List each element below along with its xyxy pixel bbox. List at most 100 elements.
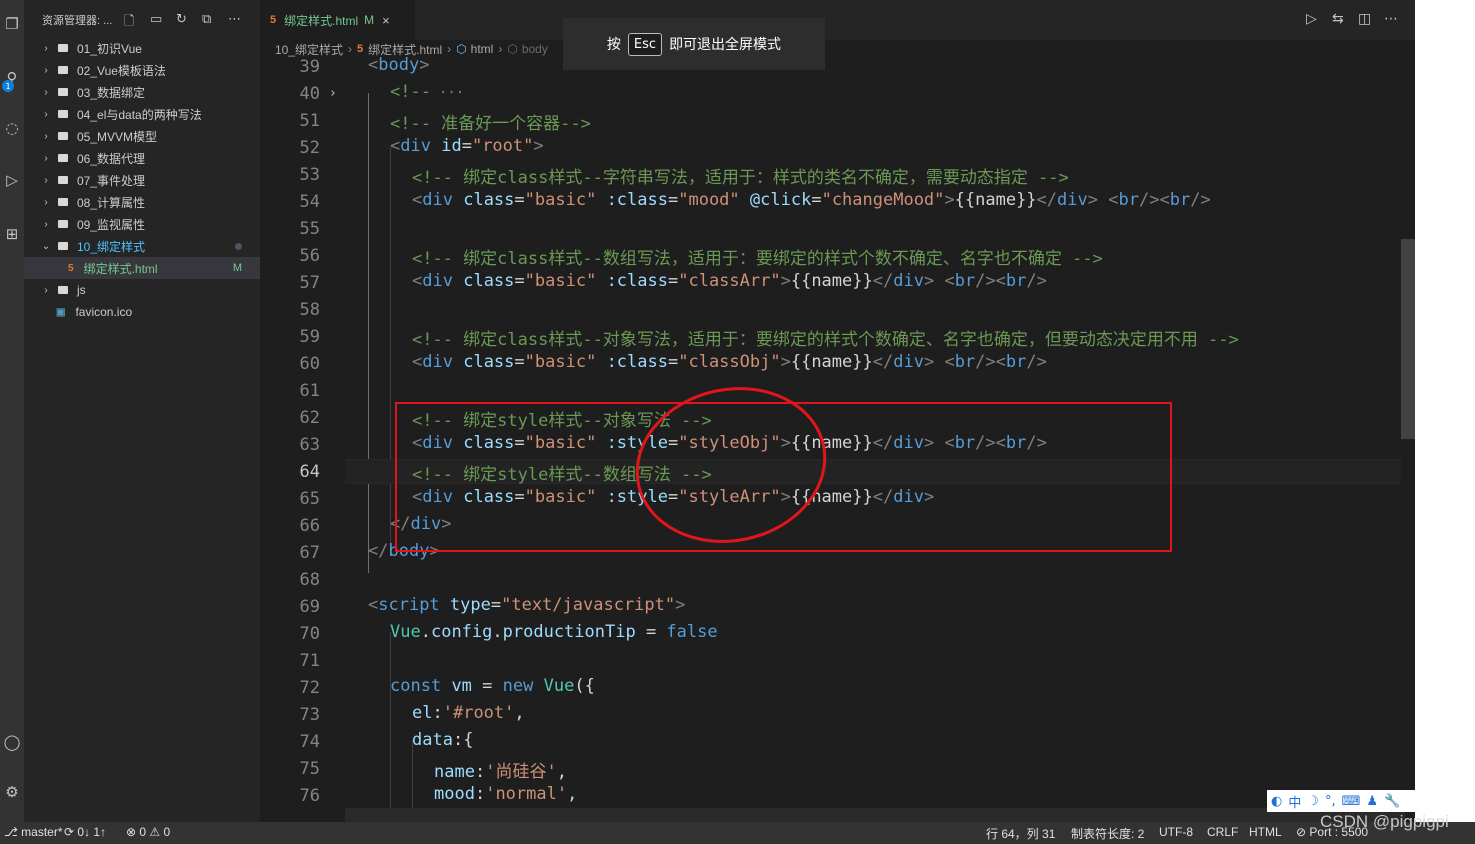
tree-item[interactable]: › 04_el与data的两种写法 — [24, 103, 260, 125]
chevron-right-icon[interactable]: › — [40, 87, 52, 98]
tree-item[interactable]: › 05_MVVM模型 — [24, 125, 260, 147]
code-line[interactable]: 52 <div id="root"> — [260, 134, 1405, 161]
code-line[interactable]: 59 <!-- 绑定class样式--对象写法，适用于：要绑定的样式个数确定、名字… — [260, 323, 1405, 351]
tree-item[interactable]: ▣ favicon.ico — [24, 301, 260, 323]
code-line[interactable]: 40 › <!-- ··· — [260, 80, 1405, 107]
folder-icon — [58, 88, 68, 96]
tree-item[interactable]: ⌄ 10_绑定样式 — [24, 235, 260, 257]
breadcrumb-file[interactable]: 绑定样式.html — [368, 41, 442, 58]
code-line[interactable]: 68 — [260, 566, 1405, 593]
tab-bar: 5 绑定样式.html M × ▷ ⇆ ◫ ⋯ — [260, 0, 1415, 40]
collapse-all-icon[interactable]: ⧉ — [202, 12, 211, 27]
line-number: 67 — [299, 542, 320, 563]
ime-mode[interactable]: 中 — [1288, 792, 1301, 811]
chevron-right-icon[interactable]: › — [40, 175, 52, 186]
tree-item-label: 06_数据代理 — [77, 151, 146, 166]
code-line[interactable]: 73 el:'#root', — [260, 701, 1405, 728]
html5-icon: 5 — [68, 262, 74, 274]
code-line[interactable]: 76 mood:'normal', — [260, 782, 1405, 809]
tree-item[interactable]: › 01_初识Vue — [24, 37, 260, 59]
tab-close-button[interactable]: × — [382, 13, 390, 28]
ime-punctuation-icon[interactable]: °, — [1325, 794, 1336, 809]
tree-item[interactable]: 5 绑定样式.html M — [24, 257, 260, 279]
modified-badge: M — [232, 262, 242, 274]
line-number: 72 — [299, 677, 320, 698]
code-line[interactable]: 60 <div class="basic" :class="classObj">{… — [260, 350, 1405, 377]
tree-item[interactable]: › 03_数据绑定 — [24, 81, 260, 103]
tree-item[interactable]: › 02_Vue模板语法 — [24, 59, 260, 81]
code-line[interactable]: 57 <div class="basic" :class="classArr">{… — [260, 269, 1405, 296]
tree-item[interactable]: › js — [24, 279, 260, 301]
explorer-icon[interactable]: ❐ — [0, 12, 24, 36]
code-line[interactable]: 74 data:{ — [260, 728, 1405, 755]
horizontal-scrollbar[interactable] — [345, 808, 1405, 822]
editor-more-actions-icon[interactable]: ⋯ — [1384, 11, 1398, 27]
chevron-right-icon[interactable]: › — [40, 65, 52, 76]
ime-toolbar[interactable]: ◐ 中 ☽ °, ⌨ ♟ 🔧 — [1267, 790, 1415, 812]
chevron-right-icon[interactable]: › — [40, 131, 52, 142]
refresh-icon[interactable]: ↻ — [176, 12, 187, 27]
code-line[interactable]: 69 <script type="text/javascript"> — [260, 593, 1405, 620]
run-file-icon[interactable]: ▷ — [1306, 11, 1317, 27]
tab-size[interactable]: 制表符长度: 2 — [1071, 825, 1144, 842]
scrollbar-thumb[interactable] — [1401, 239, 1415, 439]
code-line[interactable]: 39 <body> — [260, 57, 1405, 80]
chevron-right-icon[interactable]: › — [40, 219, 52, 230]
branch-status[interactable]: ⎇ master* — [4, 825, 63, 839]
tree-item-label: 10_绑定样式 — [77, 239, 146, 254]
tree-item[interactable]: › 08_计算属性 — [24, 191, 260, 213]
chevron-right-icon[interactable]: › — [40, 197, 52, 208]
breadcrumb-folder[interactable]: 10_绑定样式 — [275, 41, 343, 58]
tab-active-file[interactable]: 5 绑定样式.html M × — [260, 0, 415, 40]
source-control-icon[interactable]: ◌ — [0, 116, 24, 140]
line-number: 71 — [299, 650, 320, 671]
code-line[interactable]: 55 — [260, 215, 1405, 242]
new-file-icon[interactable]: 🗋 — [124, 12, 134, 34]
chevron-right-icon[interactable]: › — [40, 285, 52, 296]
vertical-scrollbar[interactable] — [1401, 57, 1415, 809]
tree-item[interactable]: › 09_监视属性 — [24, 213, 260, 235]
new-folder-icon[interactable]: ▭ — [150, 12, 162, 27]
ime-settings-icon[interactable]: 🔧 — [1384, 794, 1400, 809]
sync-status[interactable]: ⟳ 0↓ 1↑ — [64, 825, 106, 839]
code-line[interactable]: 72 const vm = new Vue({ — [260, 674, 1405, 701]
chevron-right-icon[interactable]: › — [40, 153, 52, 164]
line-number: 56 — [299, 245, 320, 266]
chevron-right-icon[interactable]: › — [40, 43, 52, 54]
breadcrumb-html[interactable]: html — [471, 42, 494, 56]
code-line[interactable]: 75 name:'尚硅谷', — [260, 755, 1405, 783]
chevron-right-icon[interactable]: › — [40, 109, 52, 120]
end-of-line[interactable]: CRLF — [1207, 825, 1238, 839]
fullscreen-hint: 按 Esc 即可退出全屏模式 — [563, 18, 825, 70]
code-line[interactable]: 54 <div class="basic" :class="mood" @clic… — [260, 188, 1405, 215]
code-line[interactable]: 71 — [260, 647, 1405, 674]
ime-halfwidth-icon[interactable]: ☽ — [1307, 794, 1319, 809]
breadcrumb-body[interactable]: body — [522, 42, 548, 56]
tree-item-label: 03_数据绑定 — [77, 85, 146, 100]
fold-chevron-icon[interactable]: › — [326, 86, 340, 101]
code-line[interactable]: 61 — [260, 377, 1405, 404]
account-icon[interactable]: ◯ — [0, 730, 24, 754]
settings-gear-icon[interactable]: ⚙ — [0, 780, 24, 804]
tree-item[interactable]: › 06_数据代理 — [24, 147, 260, 169]
code-line[interactable]: 56 <!-- 绑定class样式--数组写法，适用于：要绑定的样式个数不确定、名… — [260, 242, 1405, 270]
chevron-down-icon[interactable]: ⌄ — [40, 241, 52, 252]
run-debug-icon[interactable]: ▷ — [0, 168, 24, 192]
keyboard-icon[interactable]: ⌨ — [1342, 794, 1361, 809]
problems-status[interactable]: ⊗ 0 ⚠ 0 — [126, 825, 170, 839]
ime-user-icon[interactable]: ♟ — [1366, 794, 1378, 809]
code-text: <div class="basic" :class="classObj">{{n… — [412, 352, 1047, 372]
more-actions-icon[interactable]: ⋯ — [228, 12, 241, 27]
split-editor-icon[interactable]: ◫ — [1358, 11, 1371, 27]
code-line[interactable]: 51 <!-- 准备好一个容器--> — [260, 107, 1405, 135]
compare-changes-icon[interactable]: ⇆ — [1332, 11, 1344, 27]
html5-icon: 5 — [357, 43, 364, 55]
cursor-position[interactable]: 行 64，列 31 — [986, 825, 1055, 842]
encoding[interactable]: UTF-8 — [1159, 825, 1193, 839]
language-mode[interactable]: HTML — [1249, 825, 1282, 839]
code-line[interactable]: 70 Vue.config.productionTip = false — [260, 620, 1405, 647]
extensions-icon[interactable]: ⊞ — [0, 222, 24, 246]
code-line[interactable]: 53 <!-- 绑定class样式--字符串写法，适用于：样式的类名不确定，需要动… — [260, 161, 1405, 189]
code-line[interactable]: 58 — [260, 296, 1405, 323]
tree-item[interactable]: › 07_事件处理 — [24, 169, 260, 191]
